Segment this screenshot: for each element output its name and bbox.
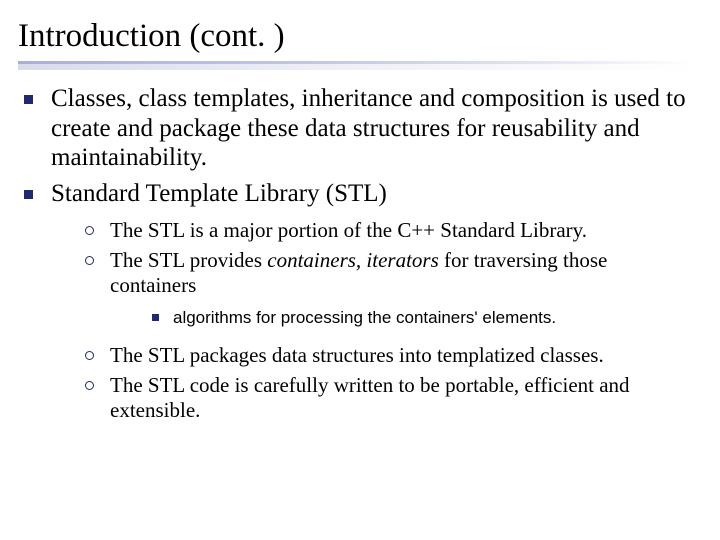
bullet-text: The STL code is carefully written to be … [110,373,696,424]
list-item: algorithms for processing the containers… [152,307,696,329]
bullet-text: The STL is a major portion of the C++ St… [110,218,587,244]
slide: Introduction (cont. ) Classes, class tem… [0,0,720,540]
slide-title: Introduction (cont. ) [18,18,696,55]
title-underline [18,61,696,70]
circle-bullet-icon [85,226,94,235]
list-item: The STL packages data structures into te… [85,343,696,369]
square-bullet-icon [152,314,159,321]
circle-bullet-icon [85,381,94,390]
list-item: The STL is a major portion of the C++ St… [85,218,696,244]
bullet-list-level1: Classes, class templates, inheritance an… [24,84,696,428]
bullet-text: Standard Template Library (STL) [51,180,387,207]
bullet-list-level3: algorithms for processing the containers… [152,307,696,329]
text-run: The STL provides [110,248,267,272]
text-run-italic: containers, iterators [267,248,439,272]
circle-bullet-icon [85,256,94,265]
circle-bullet-icon [85,351,94,360]
square-bullet-icon [24,190,33,199]
list-item: Classes, class templates, inheritance an… [24,84,696,173]
bullet-text: The STL packages data structures into te… [110,343,604,369]
list-item: The STL provides containers, iterators f… [85,248,696,339]
list-item: The STL code is carefully written to be … [85,373,696,424]
bullet-text: The STL provides containers, iterators f… [110,248,607,298]
list-item: Standard Template Library (STL) The STL … [24,179,696,428]
square-bullet-icon [24,95,33,104]
bullet-list-level2: The STL is a major portion of the C++ St… [85,218,696,424]
bullet-text: Classes, class templates, inheritance an… [51,84,696,173]
bullet-text: algorithms for processing the containers… [173,307,556,329]
